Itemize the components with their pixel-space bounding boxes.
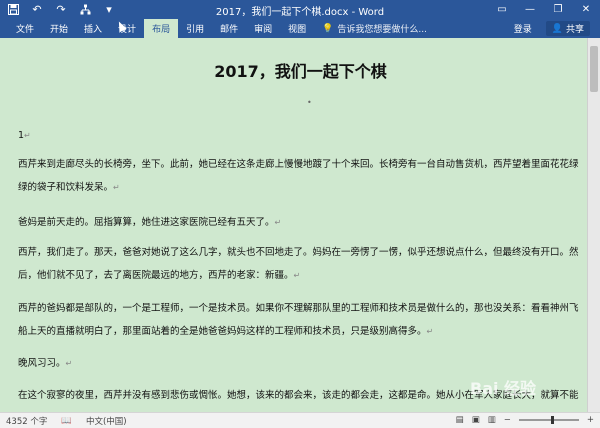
status-bar: 4352 个字 📖 中文(中国) ▤ ▣ ▥ − + — [0, 412, 600, 428]
ribbon-right: 登录 👤 共享 — [514, 19, 590, 38]
window-controls: ▭ — ❐ ✕ — [488, 0, 600, 19]
title-bar: ↶ ↷ ▾ 2017，我们一起下个棋.docx - Word ▭ — ❐ ✕ — [0, 0, 600, 19]
web-layout-icon[interactable]: ▥ — [488, 415, 496, 425]
person-icon: 👤 — [551, 23, 563, 34]
tell-me-box[interactable]: 💡 告诉我您想要做什么... — [322, 22, 427, 36]
document-page[interactable]: 2017，我们一起下个棋 • 1↵ 西芹来到走廊尽头的长椅旁，坐下。此前，她已经… — [0, 38, 600, 412]
ribbon-tabs: 文件 开始 插入 设计 布局 引用 邮件 审阅 视图 💡 告诉我您想要做什么..… — [8, 19, 427, 38]
proofing-icon[interactable]: 📖 — [61, 416, 72, 426]
tab-references[interactable]: 引用 — [178, 19, 212, 38]
paragraph[interactable]: 西芹的爸妈都是部队的，一个是工程师，一个是技术员。如果你不理解那队里的工程师和技… — [18, 297, 583, 343]
tab-mailings[interactable]: 邮件 — [212, 19, 246, 38]
tab-insert[interactable]: 插入 — [76, 19, 110, 38]
zoom-in-icon[interactable]: + — [587, 415, 594, 425]
zoom-knob[interactable] — [550, 416, 554, 424]
tab-review[interactable]: 审阅 — [246, 19, 280, 38]
print-layout-icon[interactable]: ▣ — [472, 415, 480, 425]
paragraph[interactable]: 西芹，我们走了。那天，爸爸对她说了这么几字，就头也不回地走了。妈妈在一旁愣了一愣… — [18, 241, 583, 287]
zoom-slider[interactable] — [518, 416, 579, 424]
minimize-icon[interactable]: — — [516, 0, 544, 19]
watermark: Bai 经验 — [470, 379, 537, 398]
document-title: 2017，我们一起下个棋 — [214, 62, 387, 81]
login-link[interactable]: 登录 — [514, 22, 532, 35]
tab-home[interactable]: 开始 — [42, 19, 76, 38]
word-count[interactable]: 4352 个字 — [6, 415, 47, 427]
paragraph[interactable]: 西芹来到走廊尽头的长椅旁，坐下。此前，她已经在这条走廊上慢慢地踱了十个来回。长椅… — [18, 153, 583, 199]
zoom-out-icon[interactable]: − — [504, 415, 511, 425]
lightbulb-icon: 💡 — [322, 23, 334, 34]
tab-layout[interactable]: 布局 — [144, 19, 179, 38]
tab-view[interactable]: 视图 — [280, 19, 314, 38]
status-right: ▤ ▣ ▥ − + — [456, 415, 594, 425]
status-left: 4352 个字 📖 中文(中国) — [6, 415, 127, 427]
scrollbar-thumb[interactable] — [590, 46, 598, 92]
share-label: 共享 — [565, 25, 584, 35]
vertical-scrollbar[interactable] — [587, 38, 600, 412]
read-mode-icon[interactable]: ▤ — [456, 415, 464, 425]
paragraph[interactable]: 爸妈是前天走的。屈指算算，她住进这家医院已经有五天了。↵ — [18, 211, 583, 234]
share-button[interactable]: 👤 共享 — [545, 21, 590, 36]
tab-file[interactable]: 文件 — [8, 19, 42, 38]
ribbon: 文件 开始 插入 设计 布局 引用 邮件 审阅 视图 💡 告诉我您想要做什么..… — [0, 19, 600, 38]
paragraph[interactable]: 1↵ — [18, 124, 583, 147]
restore-icon[interactable]: ❐ — [544, 0, 572, 19]
close-icon[interactable]: ✕ — [572, 0, 600, 19]
center-mark: • — [307, 98, 312, 107]
ribbon-display-icon[interactable]: ▭ — [488, 0, 516, 19]
language[interactable]: 中文(中国) — [86, 415, 127, 427]
tell-me-text: 告诉我您想要做什么... — [337, 25, 427, 35]
